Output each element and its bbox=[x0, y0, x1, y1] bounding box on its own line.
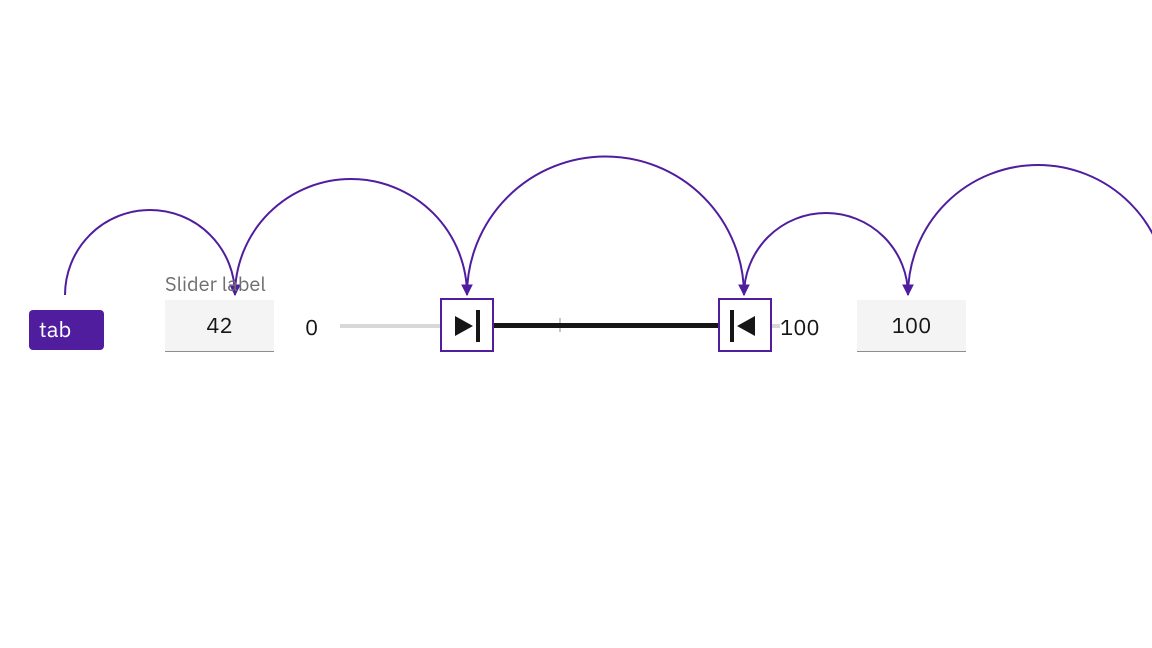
caret-right-filled-icon bbox=[455, 316, 473, 336]
slider-thumb-bar-right bbox=[730, 310, 734, 342]
slider-max-label: 100 bbox=[780, 313, 820, 342]
slider-thumb-bar-left bbox=[476, 310, 480, 342]
slider-track-fill bbox=[468, 323, 750, 328]
slider-value-right-input[interactable]: 100 bbox=[857, 300, 966, 352]
slider-value-right-text: 100 bbox=[857, 300, 966, 352]
slider-label: Slider label bbox=[165, 270, 266, 297]
caret-left-filled-icon bbox=[737, 316, 755, 336]
slider-min-label: 0 bbox=[305, 313, 318, 342]
slider-value-left-text: 42 bbox=[165, 300, 274, 352]
tab-button[interactable]: tab bbox=[29, 310, 104, 350]
slider-value-left-input[interactable]: 42 bbox=[165, 300, 274, 352]
